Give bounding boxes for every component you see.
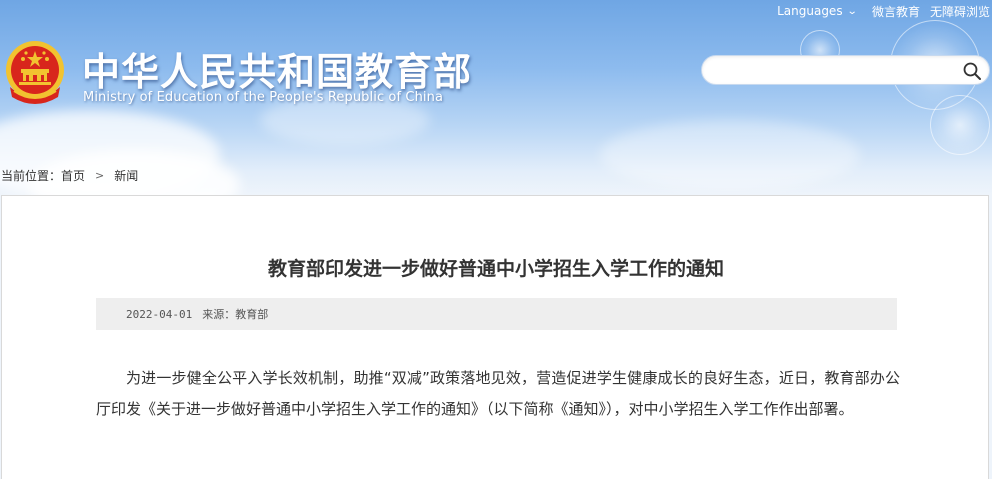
- chevron-down-icon: ⌄: [846, 5, 858, 17]
- page: Languages ⌄ 微言教育 无障碍浏览 中华人民共和国教育部 Minist…: [0, 0, 992, 479]
- cloud-decoration: [600, 120, 860, 190]
- search-input[interactable]: [702, 56, 952, 84]
- languages-label: Languages: [777, 4, 843, 18]
- article-title: 教育部印发进一步做好普通中小学招生入学工作的通知: [267, 258, 724, 280]
- site-header: Languages ⌄ 微言教育 无障碍浏览 中华人民共和国教育部 Minist…: [0, 0, 992, 195]
- search-box: [701, 55, 990, 85]
- article-meta: 2022-04-01 来源：教育部: [96, 298, 897, 330]
- breadcrumb-separator-icon: >: [95, 169, 105, 182]
- national-emblem-icon: [6, 41, 64, 104]
- site-title-zh: 中华人民共和国教育部: [82, 50, 473, 94]
- article-source: 来源：教育部: [202, 308, 269, 321]
- search-icon[interactable]: [962, 61, 982, 81]
- languages-dropdown[interactable]: Languages ⌄: [777, 4, 858, 18]
- breadcrumb-prefix: 当前位置：: [1, 169, 62, 183]
- article-date: 2022-04-01: [126, 307, 193, 321]
- weibo-link[interactable]: 微言教育: [872, 3, 920, 20]
- accessibility-link[interactable]: 无障碍浏览: [930, 3, 990, 20]
- dandelion-decoration: [930, 95, 990, 155]
- breadcrumb-home-link[interactable]: 首页: [61, 167, 85, 184]
- article-paragraph: 为进一步健全公平入学长效机制，助推“双减”政策落地见效，营造促进学生健康成长的良…: [96, 369, 900, 418]
- site-title-en: Ministry of Education of the People's Re…: [83, 90, 444, 105]
- article-container: 教育部印发进一步做好普通中小学招生入学工作的通知 2022-04-01 来源：教…: [1, 195, 989, 479]
- top-links: Languages ⌄ 微言教育 无障碍浏览: [777, 3, 992, 19]
- breadcrumb-news-link[interactable]: 新闻: [114, 167, 138, 184]
- breadcrumb: 当前位置： 首页 > 新闻: [1, 167, 138, 184]
